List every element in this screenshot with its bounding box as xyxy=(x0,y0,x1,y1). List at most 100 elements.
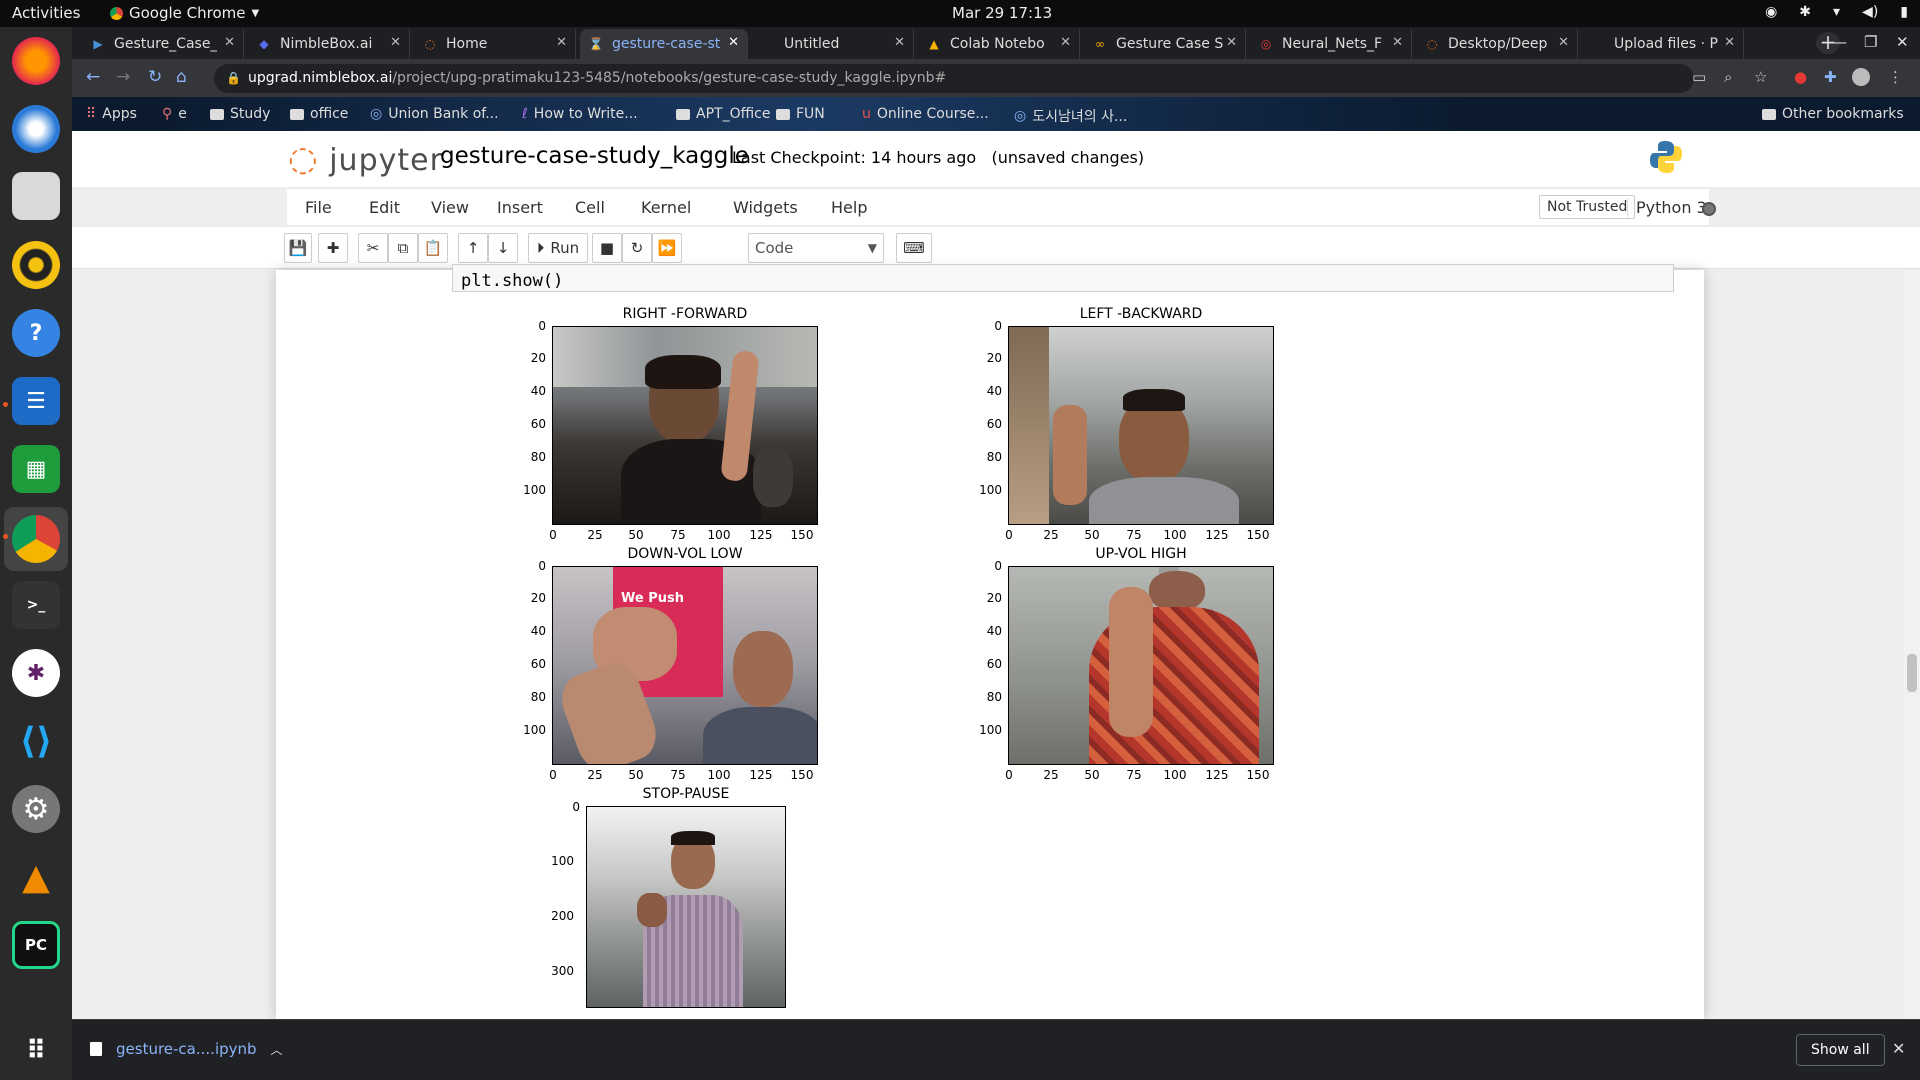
extension-icon[interactable]: ● xyxy=(1794,68,1807,86)
bookmark-fun[interactable]: FUN xyxy=(776,106,825,122)
bookmark-apps[interactable]: ⠿ Apps xyxy=(86,106,137,122)
bookmark-office[interactable]: office xyxy=(290,106,348,122)
firefox-icon[interactable] xyxy=(12,37,60,85)
close-tab-icon[interactable]: ✕ xyxy=(1558,35,1569,50)
avatar[interactable] xyxy=(1852,68,1870,86)
trust-button[interactable]: Not Trusted xyxy=(1539,195,1636,219)
vlc-icon[interactable]: ▲ xyxy=(12,853,60,901)
tab[interactable]: Upload files · P ✕ xyxy=(1582,29,1744,59)
kebab-menu-icon[interactable]: ⋮ xyxy=(1888,68,1903,86)
system-tray[interactable]: ◉ ✱ ▾ ◀) ▮ xyxy=(1765,4,1908,20)
scrollbar-thumb[interactable] xyxy=(1907,654,1917,692)
insert-cell-button[interactable]: ✚ xyxy=(318,233,348,263)
rhythmbox-icon[interactable] xyxy=(12,241,60,289)
wifi-icon[interactable]: ▾ xyxy=(1833,4,1840,20)
copy-icon[interactable]: ⧉ xyxy=(388,233,418,263)
help-icon[interactable]: ? xyxy=(12,309,60,357)
tab[interactable]: ∞ Gesture Case S ✕ xyxy=(1084,29,1246,59)
pycharm-icon[interactable]: PC xyxy=(12,921,60,969)
clock[interactable]: Mar 29 17:13 xyxy=(952,4,1052,22)
move-down-icon[interactable]: ↓ xyxy=(488,233,518,263)
slack-icon[interactable]: ✱ xyxy=(12,649,60,697)
show-all-button[interactable]: Show all xyxy=(1796,1034,1885,1066)
bookmark-how-to-write[interactable]: ℓ How to Write... xyxy=(522,106,638,122)
other-bookmarks[interactable]: Other bookmarks xyxy=(1762,106,1904,122)
puzzle-icon[interactable]: ✚ xyxy=(1824,68,1837,86)
reload-icon[interactable]: ↻ xyxy=(148,67,162,87)
bookmark-online-course[interactable]: u Online Course... xyxy=(862,106,989,122)
tab[interactable]: ◌ Home ✕ xyxy=(414,29,576,59)
page-scrollbar[interactable] xyxy=(1904,270,1920,1019)
close-tab-icon[interactable]: ✕ xyxy=(1060,35,1071,50)
tab[interactable]: ◌ Desktop/Deep ✕ xyxy=(1416,29,1578,59)
menu-cell[interactable]: Cell xyxy=(575,198,605,217)
download-item[interactable]: gesture-ca....ipynb ︿ xyxy=(90,1040,283,1058)
jupyter-logo[interactable]: ◌ jupyter xyxy=(288,139,443,179)
forward-icon[interactable]: → xyxy=(116,67,130,87)
paste-icon[interactable]: 📋 xyxy=(418,233,448,263)
menu-edit[interactable]: Edit xyxy=(369,198,400,217)
app-menu[interactable]: Google Chrome ▼ xyxy=(110,4,259,22)
close-icon[interactable]: ✕ xyxy=(1892,1039,1905,1058)
back-icon[interactable]: ← xyxy=(86,67,100,87)
close-tab-icon[interactable]: ✕ xyxy=(224,35,235,50)
code-cell[interactable]: plt.show() xyxy=(452,264,1674,292)
keyboard-icon[interactable]: ⌨ xyxy=(896,233,932,263)
chrome-dock-icon[interactable] xyxy=(12,515,60,563)
activities-button[interactable]: Activities xyxy=(12,4,80,22)
menu-kernel[interactable]: Kernel xyxy=(641,198,691,217)
menu-widgets[interactable]: Widgets xyxy=(733,198,798,217)
address-bar[interactable]: 🔒 upgrad.nimblebox.ai/project/upg-pratim… xyxy=(214,64,1694,93)
close-tab-icon[interactable]: ✕ xyxy=(1392,35,1403,50)
tab[interactable]: ▶ Gesture_Case_ ✕ xyxy=(82,29,244,59)
home-icon[interactable]: ⌂ xyxy=(176,67,187,87)
tab-active[interactable]: ⌛ gesture-case-st ✕ xyxy=(580,29,748,59)
close-tab-icon[interactable]: ✕ xyxy=(728,35,739,50)
cut-icon[interactable]: ✂ xyxy=(358,233,388,263)
tab[interactable]: Untitled ✕ xyxy=(752,29,914,59)
zoom-icon[interactable]: ⌕ xyxy=(1724,68,1732,86)
bookmark-e[interactable]: ⚲ e xyxy=(162,106,187,122)
menu-help[interactable]: Help xyxy=(831,198,867,217)
bookmark-star-icon[interactable]: ☆ xyxy=(1754,68,1767,86)
calc-icon[interactable]: ▦ xyxy=(12,445,60,493)
chrome-tray-icon[interactable]: ◉ xyxy=(1765,4,1777,20)
menu-view[interactable]: View xyxy=(431,198,469,217)
close-tab-icon[interactable]: ✕ xyxy=(1226,35,1237,50)
bookmark-korean[interactable]: ◎ 도시남녀의 사... xyxy=(1014,106,1127,126)
slack-tray-icon[interactable]: ✱ xyxy=(1799,4,1811,20)
show-apps-icon[interactable]: ⠿ xyxy=(12,1027,60,1075)
menu-file[interactable]: File xyxy=(305,198,332,217)
terminal-icon[interactable]: >_ xyxy=(12,581,60,629)
volume-icon[interactable]: ◀) xyxy=(1862,4,1878,20)
cast-icon[interactable]: ▭ xyxy=(1692,68,1706,86)
close-window-icon[interactable]: ✕ xyxy=(1896,33,1909,51)
menu-insert[interactable]: Insert xyxy=(497,198,543,217)
stop-icon[interactable]: ■ xyxy=(592,233,622,263)
vscode-icon[interactable]: ⟨⟩ xyxy=(12,717,60,765)
bookmark-union-bank[interactable]: ◎ Union Bank of... xyxy=(370,106,499,122)
close-tab-icon[interactable]: ✕ xyxy=(1724,35,1735,50)
notebook-name[interactable]: gesture-case-study_kaggle xyxy=(440,143,749,169)
bookmark-study[interactable]: Study xyxy=(210,106,270,122)
fast-forward-icon[interactable]: ⏩ xyxy=(652,233,682,263)
writer-icon[interactable]: ☰ xyxy=(12,377,60,425)
minimize-icon[interactable]: — xyxy=(1832,33,1847,51)
restore-icon[interactable]: ❐ xyxy=(1864,33,1877,51)
battery-icon[interactable]: ▮ xyxy=(1900,4,1908,20)
cell-type-select[interactable]: Code ▼ xyxy=(748,233,884,263)
tab[interactable]: ◎ Neural_Nets_F ✕ xyxy=(1250,29,1412,59)
close-tab-icon[interactable]: ✕ xyxy=(556,35,567,50)
tab[interactable]: ◆ NimbleBox.ai ✕ xyxy=(248,29,410,59)
thunderbird-icon[interactable] xyxy=(12,105,60,153)
close-tab-icon[interactable]: ✕ xyxy=(390,35,401,50)
settings-icon[interactable]: ⚙ xyxy=(12,785,60,833)
run-button[interactable]: ⏵ Run xyxy=(528,233,588,263)
close-tab-icon[interactable]: ✕ xyxy=(894,35,905,50)
files-icon[interactable] xyxy=(12,172,60,220)
chevron-up-icon[interactable]: ︿ xyxy=(271,1041,283,1058)
move-up-icon[interactable]: ↑ xyxy=(458,233,488,263)
tab[interactable]: ▲ Colab Notebo ✕ xyxy=(918,29,1080,59)
restart-icon[interactable]: ↻ xyxy=(622,233,652,263)
kernel-name[interactable]: Python 3 xyxy=(1627,198,1707,217)
